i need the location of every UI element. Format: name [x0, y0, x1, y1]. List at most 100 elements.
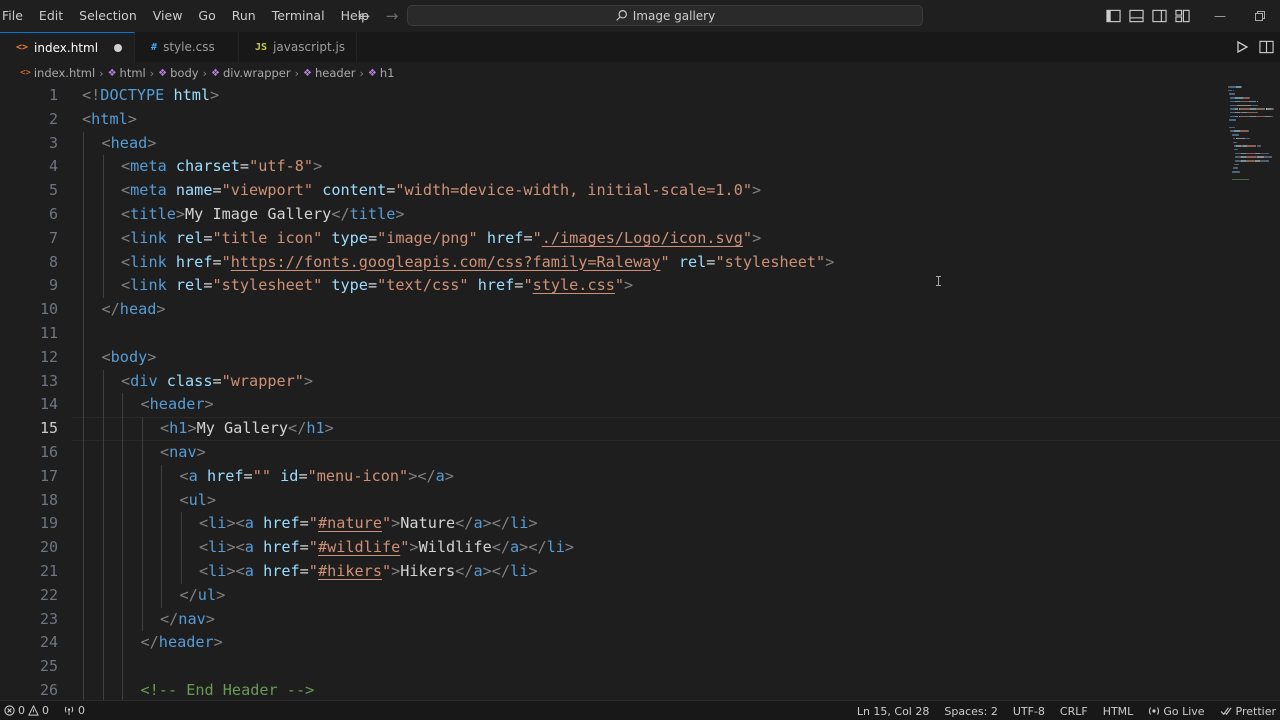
code-line[interactable] — [82, 322, 1222, 346]
line-number[interactable]: 4 — [0, 155, 70, 179]
menu-file[interactable]: File — [0, 0, 31, 32]
language-mode[interactable]: HTML — [1103, 705, 1134, 718]
problems-indicator[interactable]: 0 0 — [4, 704, 49, 717]
code-lines[interactable]: <!DOCTYPE html> <html> <head> <meta charset… — [72, 84, 1280, 702]
line-number[interactable]: 7 — [0, 227, 70, 251]
code-line[interactable]: <li><a href="#wildlife">Wildlife</a></li… — [82, 536, 1222, 560]
command-center-search[interactable]: Image gallery — [407, 5, 923, 26]
code-line[interactable]: </ul> — [82, 584, 1222, 608]
line-number[interactable]: 2 — [0, 108, 70, 132]
minimap-line — [1237, 134, 1239, 136]
unsaved-dot-icon[interactable] — [114, 43, 123, 52]
minimap[interactable] — [1222, 84, 1280, 702]
tab-style-css[interactable]: # style.css — [135, 32, 240, 62]
line-number[interactable]: 10 — [0, 298, 70, 322]
code-line[interactable]: <!-- End Header --> — [82, 679, 1222, 702]
code-line[interactable]: </nav> — [82, 608, 1222, 632]
toggle-primary-sidebar-icon[interactable] — [1105, 8, 1121, 24]
back-arrow-icon[interactable]: ← — [354, 6, 374, 26]
breadcrumb-item-file[interactable]: <> index.html — [20, 66, 95, 80]
toggle-secondary-sidebar-icon[interactable] — [1151, 8, 1167, 24]
menu-run[interactable]: Run — [224, 0, 264, 32]
line-number[interactable]: 6 — [0, 203, 70, 227]
code-line[interactable]: <body> — [82, 346, 1222, 370]
breadcrumb-item-body[interactable]: ❖ body — [158, 66, 198, 80]
line-number[interactable]: 5 — [0, 179, 70, 203]
line-number[interactable]: 19 — [0, 512, 70, 536]
minimap-line — [1237, 167, 1239, 169]
code-line[interactable]: <meta name="viewport" content="width=dev… — [82, 179, 1222, 203]
line-number[interactable]: 17 — [0, 465, 70, 489]
code-line[interactable]: <nav> — [82, 441, 1222, 465]
line-number[interactable]: 18 — [0, 489, 70, 513]
code-line[interactable]: <title>My Image Gallery</title> — [82, 203, 1222, 227]
breadcrumb-item-div-wrapper[interactable]: ❖ div.wrapper — [211, 66, 291, 80]
split-editor-icon[interactable] — [1259, 40, 1274, 54]
minimap-line — [1257, 100, 1259, 103]
go-live-button[interactable]: Go Live — [1148, 705, 1205, 718]
indentation[interactable]: Spaces: 2 — [944, 705, 997, 718]
code-line[interactable]: <li><a href="#nature">Nature</a></li> — [82, 512, 1222, 536]
prettier-indicator[interactable]: Prettier — [1220, 705, 1276, 718]
line-number[interactable]: 21 — [0, 560, 70, 584]
tab-index-html[interactable]: <> index.html — [0, 32, 136, 62]
code-line[interactable]: <div class="wrapper"> — [82, 370, 1222, 394]
line-number[interactable]: 11 — [0, 322, 70, 346]
code-line[interactable]: <link rel="title icon" type="image/png" … — [82, 227, 1222, 251]
breadcrumb-item-h1[interactable]: ❖ h1 — [368, 66, 395, 80]
minimize-icon[interactable]: — — [1200, 0, 1240, 32]
line-number[interactable]: 8 — [0, 251, 70, 275]
menu-view[interactable]: View — [145, 0, 191, 32]
line-number[interactable]: 14 — [0, 393, 70, 417]
customize-layout-icon[interactable] — [1174, 8, 1190, 24]
tab-javascript-js[interactable]: JS javascript.js — [239, 32, 358, 62]
code-line[interactable]: <link rel="stylesheet" type="text/css" h… — [82, 274, 1222, 298]
code-line[interactable]: </header> — [82, 631, 1222, 655]
code-line[interactable]: <head> — [82, 132, 1222, 156]
line-number[interactable]: 3 — [0, 132, 70, 156]
code-line[interactable]: <h1>My Gallery</h1> — [72, 417, 1280, 441]
line-number[interactable]: 24 — [0, 631, 70, 655]
line-number[interactable]: 15 — [0, 417, 70, 441]
code-line[interactable]: <li><a href="#hikers">Hikers</a></li> — [82, 560, 1222, 584]
code-line[interactable]: <link href="https://fonts.googleapis.com… — [82, 251, 1222, 275]
code-token: a — [510, 538, 520, 557]
forward-arrow-icon[interactable]: → — [382, 6, 402, 26]
breadcrumb-item-html[interactable]: ❖ html — [108, 66, 146, 80]
ports-indicator[interactable]: 0 — [63, 704, 85, 717]
code-line[interactable]: <meta charset="utf-8"> — [82, 155, 1222, 179]
line-number[interactable]: 9 — [0, 274, 70, 298]
code-line[interactable]: </head> — [82, 298, 1222, 322]
line-number[interactable]: 23 — [0, 608, 70, 632]
breadcrumb-item-header[interactable]: ❖ header — [303, 66, 355, 80]
minimap-line — [1234, 119, 1236, 121]
code-token: "stylesheet" — [212, 276, 323, 295]
menu-edit[interactable]: Edit — [31, 0, 71, 32]
toggle-panel-icon[interactable] — [1128, 8, 1144, 24]
end-of-line[interactable]: CRLF — [1060, 705, 1088, 718]
code-token: > — [825, 252, 835, 271]
code-line[interactable]: <html> — [82, 108, 1222, 132]
line-number[interactable]: 20 — [0, 536, 70, 560]
line-number[interactable]: 22 — [0, 584, 70, 608]
cursor-position[interactable]: Ln 15, Col 28 — [857, 705, 930, 718]
line-number[interactable]: 1 — [0, 84, 70, 108]
code-line[interactable]: <ul> — [82, 489, 1222, 513]
status-bar: 0 0 0 Ln 15, Col 28 Spaces: 2 UTF-8 CRLF… — [0, 700, 1280, 720]
menu-go[interactable]: Go — [190, 0, 223, 32]
line-number[interactable]: 26 — [0, 679, 70, 702]
code-line[interactable]: <a href="" id="menu-icon"></a> — [82, 465, 1222, 489]
encoding[interactable]: UTF-8 — [1013, 705, 1045, 718]
menu-terminal[interactable]: Terminal — [264, 0, 333, 32]
line-number[interactable]: 13 — [0, 370, 70, 394]
line-number[interactable]: 25 — [0, 655, 70, 679]
restore-icon[interactable] — [1240, 0, 1280, 32]
code-line[interactable]: <!DOCTYPE html> — [82, 84, 1222, 108]
line-number[interactable]: 16 — [0, 441, 70, 465]
line-number[interactable]: 12 — [0, 346, 70, 370]
code-editor[interactable]: 1 2 3 4 5 6 7 8 9 10 11 12 13 14 15 16 17 18 19 20 21 22 23 24 2… — [0, 84, 1280, 702]
code-line[interactable] — [82, 655, 1222, 679]
menu-selection[interactable]: Selection — [71, 0, 145, 32]
run-icon[interactable] — [1235, 40, 1249, 54]
code-line[interactable]: <header> — [82, 393, 1222, 417]
